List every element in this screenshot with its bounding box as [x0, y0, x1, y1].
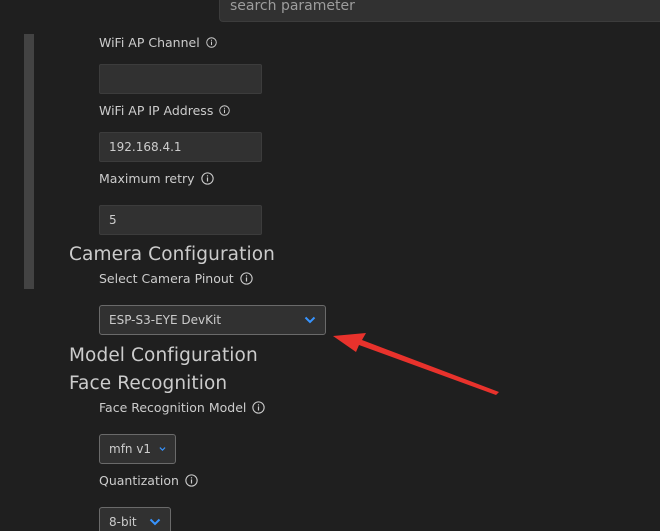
quantization-label: Quantization [99, 473, 198, 488]
chevron-down-icon [304, 316, 316, 324]
info-icon[interactable] [205, 37, 217, 48]
face-model-label-text: Face Recognition Model [99, 400, 247, 415]
info-icon[interactable] [219, 105, 231, 116]
quantization-select[interactable]: 8-bit [99, 507, 171, 531]
wifi-ap-ip-label: WiFi AP IP Address [99, 103, 231, 118]
wifi-ap-channel-label: WiFi AP Channel [99, 35, 217, 50]
face-model-value: mfn v1 [109, 442, 152, 456]
chevron-down-icon [149, 518, 161, 526]
wifi-ap-channel-input[interactable] [99, 64, 262, 94]
quantization-value: 8-bit [109, 515, 137, 529]
max-retry-label-text: Maximum retry [99, 171, 195, 186]
search-input[interactable] [230, 0, 650, 21]
wifi-ap-ip-label-text: WiFi AP IP Address [99, 103, 214, 118]
quantization-label-text: Quantization [99, 473, 179, 488]
info-icon[interactable] [200, 172, 214, 185]
section-indicator-bar [24, 34, 34, 289]
camera-config-title: Camera Configuration [69, 244, 275, 265]
model-config-title: Model Configuration [69, 345, 258, 366]
wifi-ap-channel-label-text: WiFi AP Channel [99, 35, 200, 50]
camera-pinout-label-text: Select Camera Pinout [99, 271, 234, 286]
camera-pinout-value: ESP-S3-EYE DevKit [109, 313, 222, 327]
info-icon[interactable] [240, 272, 253, 285]
face-model-label: Face Recognition Model [99, 400, 266, 415]
chevron-down-icon [159, 447, 166, 451]
camera-pinout-select[interactable]: ESP-S3-EYE DevKit [99, 305, 326, 335]
search-box[interactable] [219, 0, 660, 22]
settings-page: WiFi AP Channel WiFi AP IP Address Maxim… [0, 0, 660, 531]
info-icon[interactable] [185, 474, 198, 487]
max-retry-input[interactable] [99, 205, 262, 235]
info-icon[interactable] [252, 401, 266, 414]
camera-pinout-label: Select Camera Pinout [99, 271, 253, 286]
face-model-select[interactable]: mfn v1 [99, 434, 176, 464]
max-retry-label: Maximum retry [99, 171, 214, 186]
wifi-ap-ip-input[interactable] [99, 132, 262, 162]
face-recognition-title: Face Recognition [69, 373, 228, 394]
